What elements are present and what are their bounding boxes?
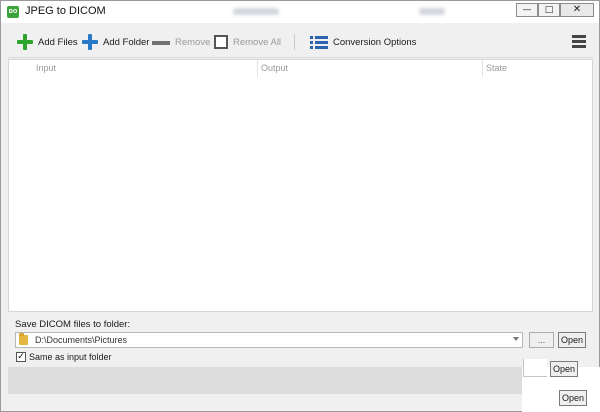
close-button[interactable]: ✕ [560,3,594,17]
ghost-input-box-2 [530,387,556,409]
toolbar: Add Files Add Folder Remove Remove All C… [8,25,593,58]
minimize-button[interactable]: — [516,3,538,17]
save-folder-label: Save DICOM files to folder: [15,319,131,330]
open-button-ghost-2[interactable]: Open [559,390,587,406]
open-folder-button[interactable]: Open [558,332,586,348]
app-icon: DO [7,6,19,18]
blurred-watermark-2 [419,8,445,15]
same-as-input-checkbox[interactable]: ✓ [16,352,26,362]
folder-icon [19,333,28,345]
toolbar-separator [294,34,295,50]
status-strip [8,367,522,394]
chevron-down-icon[interactable] [513,337,519,341]
hamburger-menu-icon[interactable] [572,35,586,48]
app-window: DO JPEG to DICOM — □ ✕ Add Files Add Fol… [0,0,600,412]
output-folder-path: D:\Documents\Pictures [35,335,128,345]
square-icon [214,35,228,49]
blurred-watermark [233,8,279,15]
file-list-body[interactable] [9,77,592,311]
add-folder-button[interactable]: Add Folder [82,33,149,51]
browse-button[interactable]: ... [529,332,554,348]
ghost-input-box [523,359,547,377]
plus-icon [17,34,33,50]
open-button-ghost[interactable]: Open [550,361,578,377]
remove-button[interactable]: Remove [152,33,210,51]
add-files-button[interactable]: Add Files [17,33,78,51]
plus-icon [82,34,98,50]
column-header-output[interactable]: Output [258,60,483,77]
remove-all-label: Remove All [233,36,282,48]
list-icon [310,35,328,49]
title-bar[interactable]: DO JPEG to DICOM — □ ✕ [1,1,599,23]
output-folder-combobox[interactable]: D:\Documents\Pictures [15,332,523,348]
add-folder-label: Add Folder [103,36,150,48]
column-header-state[interactable]: State [483,60,592,77]
conversion-options-label: Conversion Options [333,36,417,48]
maximize-button[interactable]: □ [538,3,560,17]
conversion-options-button[interactable]: Conversion Options [310,33,416,51]
window-title: JPEG to DICOM [25,5,106,17]
minus-icon [152,40,170,45]
remove-all-button[interactable]: Remove All [214,33,281,51]
file-list[interactable]: Input Output State [8,59,593,312]
add-files-label: Add Files [38,36,78,48]
column-header-input[interactable]: Input [9,60,258,77]
remove-label: Remove [175,36,211,48]
same-as-input-label: Same as input folder [29,352,112,362]
